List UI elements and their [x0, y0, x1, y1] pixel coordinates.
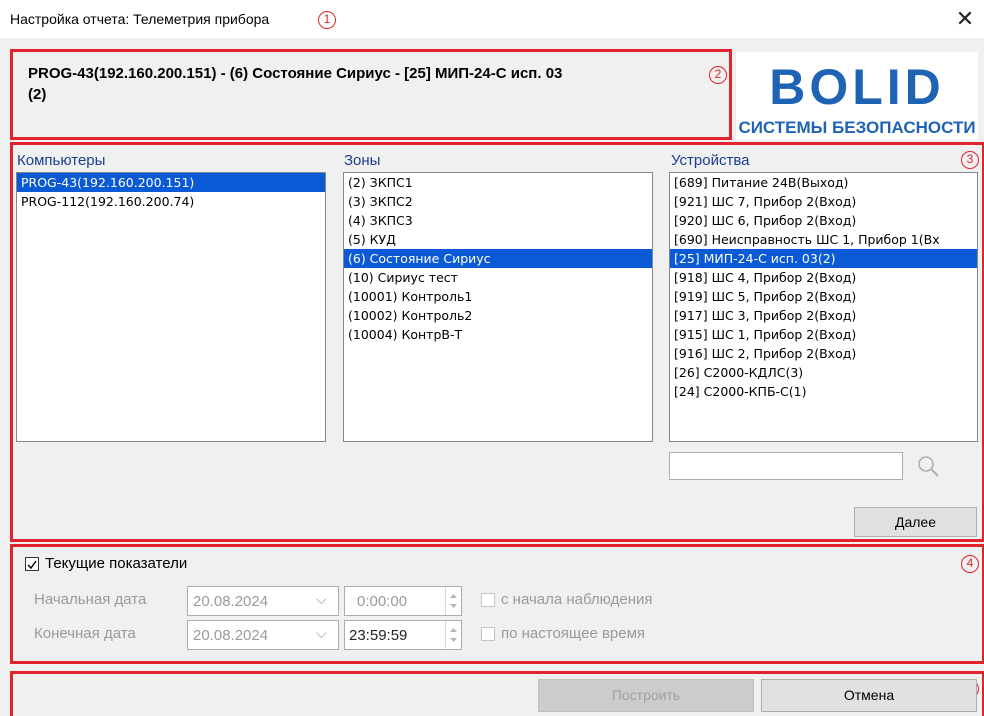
devices-list-item[interactable]: [920] ШС 6, Прибор 2(Вход): [670, 211, 977, 230]
bolid-logo-graphic: BOLID СИСТЕМЫ БЕЗОПАСНОСТИ: [738, 59, 975, 137]
devices-list-item[interactable]: [24] С2000-КПБ-С(1): [670, 382, 977, 401]
zones-list[interactable]: (2) ЗКПС1 (3) ЗКПС2 (4) ЗКПС3 (5) КУД (6) Со…: [343, 172, 653, 442]
current-values-checkbox[interactable]: [25, 557, 39, 571]
logo-top-text: BOLID: [769, 59, 945, 115]
devices-list-item[interactable]: [690] Неисправность ШС 1, Прибор 1(Вх: [670, 230, 977, 249]
computers-list[interactable]: PROG-43(192.160.200.151) PROG-112(192.160…: [16, 172, 326, 442]
zones-list-item[interactable]: (10) Сириус тест: [344, 268, 652, 287]
devices-list-item[interactable]: [915] ШС 1, Прибор 2(Вход): [670, 325, 977, 344]
chevron-down-icon[interactable]: ⌵: [316, 625, 327, 642]
computers-list-item[interactable]: PROG-112(192.160.200.74): [17, 192, 325, 211]
bolid-logo: BOLID СИСТЕМЫ БЕЗОПАСНОСТИ: [736, 52, 978, 140]
device-search-input[interactable]: [669, 452, 903, 480]
devices-list[interactable]: [689] Питание 24В(Выход) [921] ШС 7, Приб…: [669, 172, 978, 442]
report-target-line1: PROG-43(192.160.200.151) - (6) Состояние…: [28, 65, 563, 82]
start-date-value: 20.08.2024: [193, 593, 269, 610]
start-date-picker[interactable]: 20.08.2024 ⌵: [187, 586, 339, 616]
devices-list-item[interactable]: [919] ШС 5, Прибор 2(Вход): [670, 287, 977, 306]
report-target-title: PROG-43(192.160.200.151) - (6) Состояние…: [28, 63, 718, 105]
devices-label: Устройства: [671, 152, 750, 169]
annotation-badge-2: 2: [709, 66, 727, 84]
devices-list-item[interactable]: [918] ШС 4, Прибор 2(Вход): [670, 268, 977, 287]
close-icon[interactable]: ✕: [948, 4, 982, 34]
end-time-field[interactable]: 23:59:59: [344, 620, 462, 650]
magnifier-icon[interactable]: [914, 452, 944, 482]
devices-list-item[interactable]: [26] С2000-КДЛС(3): [670, 363, 977, 382]
start-time-value: 0:00:00: [357, 593, 408, 610]
report-target-line2: (2): [28, 86, 47, 103]
end-date-label: Конечная дата: [34, 625, 136, 642]
annotation-badge-3: 3: [961, 151, 979, 169]
start-time-field[interactable]: 0:00:00: [344, 586, 462, 616]
next-button[interactable]: Далее: [854, 507, 977, 537]
zones-list-item[interactable]: (10004) КонтрВ-Т: [344, 325, 652, 344]
zones-label: Зоны: [344, 152, 381, 169]
zones-list-item[interactable]: (2) ЗКПС1: [344, 173, 652, 192]
cancel-button[interactable]: Отмена: [761, 679, 977, 712]
devices-list-item[interactable]: [916] ШС 2, Прибор 2(Вход): [670, 344, 977, 363]
until-now-checkbox[interactable]: [481, 627, 495, 641]
end-date-value: 20.08.2024: [193, 627, 269, 644]
devices-list-item[interactable]: [921] ШС 7, Прибор 2(Вход): [670, 192, 977, 211]
until-now-label: по настоящее время: [501, 625, 646, 642]
end-time-value: 23:59:59: [349, 627, 408, 644]
zones-list-item[interactable]: (5) КУД: [344, 230, 652, 249]
start-time-spinner[interactable]: [445, 587, 461, 615]
end-date-picker[interactable]: 20.08.2024 ⌵: [187, 620, 339, 650]
computers-label: Компьютеры: [17, 152, 106, 169]
devices-list-item[interactable]: [689] Питание 24В(Выход): [670, 173, 977, 192]
build-button[interactable]: Построить: [538, 679, 754, 712]
annotation-badge-1: 1: [318, 11, 336, 29]
checkmark-icon: [27, 560, 37, 570]
annotation-badge-4: 4: [961, 555, 979, 573]
current-values-label: Текущие показатели: [45, 555, 188, 572]
logo-bottom-text: СИСТЕМЫ БЕЗОПАСНОСТИ: [738, 118, 975, 137]
zones-list-item[interactable]: (6) Состояние Сириус: [344, 249, 652, 268]
zones-list-item[interactable]: (10002) Контроль2: [344, 306, 652, 325]
zones-list-item[interactable]: (3) ЗКПС2: [344, 192, 652, 211]
from-start-label: с начала наблюдения: [501, 591, 653, 608]
chevron-down-icon[interactable]: ⌵: [316, 591, 327, 608]
devices-list-item[interactable]: [917] ШС 3, Прибор 2(Вход): [670, 306, 977, 325]
computers-list-item[interactable]: PROG-43(192.160.200.151): [17, 173, 325, 192]
zones-list-item[interactable]: (4) ЗКПС3: [344, 211, 652, 230]
devices-list-item[interactable]: [25] МИП-24-С исп. 03(2): [670, 249, 977, 268]
end-time-spinner[interactable]: [445, 621, 461, 649]
zones-list-item[interactable]: (10001) Контроль1: [344, 287, 652, 306]
window-title: Настройка отчета: Телеметрия прибора: [10, 11, 270, 27]
from-start-checkbox[interactable]: [481, 593, 495, 607]
start-date-label: Начальная дата: [34, 591, 147, 608]
